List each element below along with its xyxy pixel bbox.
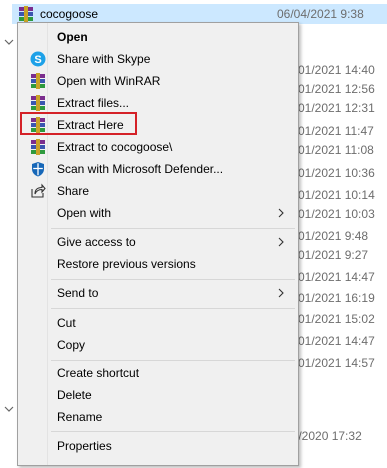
menu-item-label: Share bbox=[57, 184, 90, 198]
extract-here-highlight-annotation bbox=[20, 112, 137, 135]
winrar-archive-icon bbox=[18, 6, 34, 22]
menu-item-share[interactable]: Share bbox=[20, 181, 294, 202]
menu-item-share-with-skype[interactable]: S Share with Skype bbox=[20, 49, 294, 70]
date-cell: 01/2021 14:47 bbox=[298, 270, 375, 284]
chevron-right-icon bbox=[276, 285, 286, 301]
date-cell: 01/2021 15:02 bbox=[298, 312, 375, 326]
date-cell: 01/2021 9:27 bbox=[298, 248, 369, 262]
share-icon bbox=[30, 183, 46, 199]
menu-item-open[interactable]: Open bbox=[20, 27, 294, 48]
context-menu: Open S Share with Skype Open with WinRAR… bbox=[17, 22, 299, 466]
menu-item-label: Rename bbox=[57, 410, 103, 424]
date-cell: 01/2021 11:08 bbox=[298, 143, 374, 157]
menu-separator bbox=[51, 308, 295, 309]
menu-item-label: Create shortcut bbox=[57, 366, 140, 380]
date-cell: 01/2021 14:57 bbox=[298, 356, 375, 370]
date-cell: 01/2021 10:36 bbox=[298, 166, 375, 180]
menu-item-label: Delete bbox=[57, 388, 92, 402]
chevron-right-icon bbox=[276, 234, 286, 250]
chevron-down-icon[interactable] bbox=[4, 404, 14, 414]
chevron-right-icon bbox=[276, 205, 286, 221]
date-cell: 01/2021 14:40 bbox=[298, 63, 375, 77]
date-cell: 01/2021 14:47 bbox=[298, 334, 375, 348]
menu-item-delete[interactable]: Delete bbox=[20, 385, 294, 406]
menu-item-give-access[interactable]: Give access to bbox=[20, 232, 294, 253]
date-cell: 01/2021 9:48 bbox=[298, 229, 369, 243]
menu-item-label: Give access to bbox=[57, 235, 136, 249]
menu-item-label: Restore previous versions bbox=[57, 257, 196, 271]
defender-shield-icon bbox=[30, 161, 46, 177]
file-name[interactable]: cocogoose bbox=[40, 7, 98, 21]
menu-item-properties[interactable]: Properties bbox=[20, 436, 294, 457]
menu-item-rename[interactable]: Rename bbox=[20, 407, 294, 428]
date-cell: 01/2021 12:31 bbox=[298, 101, 375, 115]
menu-item-label: Open bbox=[57, 30, 88, 44]
menu-item-copy[interactable]: Copy bbox=[20, 335, 294, 356]
chevron-down-icon[interactable] bbox=[4, 37, 14, 47]
menu-item-label: Send to bbox=[57, 286, 99, 300]
file-date: 06/04/2021 9:38 bbox=[277, 7, 364, 21]
menu-separator bbox=[51, 431, 295, 432]
date-cell: 01/2021 16:19 bbox=[298, 291, 375, 305]
menu-item-cut[interactable]: Cut bbox=[20, 313, 294, 334]
menu-item-label: Properties bbox=[57, 439, 112, 453]
menu-item-restore-previous-versions[interactable]: Restore previous versions bbox=[20, 254, 294, 275]
menu-item-open-with-winrar[interactable]: Open with WinRAR bbox=[20, 71, 294, 92]
menu-item-scan-defender[interactable]: Scan with Microsoft Defender... bbox=[20, 159, 294, 180]
menu-separator bbox=[51, 279, 295, 280]
menu-item-label: Scan with Microsoft Defender... bbox=[57, 162, 224, 176]
date-cell: 01/2021 11:47 bbox=[298, 124, 374, 138]
menu-item-create-shortcut[interactable]: Create shortcut bbox=[20, 363, 294, 384]
date-cell: 01/2021 10:14 bbox=[298, 188, 375, 202]
svg-text:S: S bbox=[34, 54, 41, 66]
menu-item-label: Copy bbox=[57, 338, 86, 352]
menu-item-label: Cut bbox=[57, 316, 76, 330]
menu-item-label: Share with Skype bbox=[57, 52, 151, 66]
menu-item-label: Extract files... bbox=[57, 96, 130, 110]
menu-item-label: Extract to cocogoose\ bbox=[57, 140, 173, 154]
menu-item-extract-files[interactable]: Extract files... bbox=[20, 93, 294, 114]
menu-item-label: Open with bbox=[57, 206, 112, 220]
menu-separator bbox=[51, 360, 295, 361]
date-cell: 01/2021 12:56 bbox=[298, 82, 375, 96]
date-cell: 01/2021 10:03 bbox=[298, 207, 375, 221]
menu-item-label: Open with WinRAR bbox=[57, 74, 161, 88]
skype-icon: S bbox=[30, 51, 46, 67]
menu-item-extract-to[interactable]: Extract to cocogoose\ bbox=[20, 137, 294, 158]
menu-separator bbox=[51, 228, 295, 229]
menu-item-open-with[interactable]: Open with bbox=[20, 203, 294, 224]
menu-item-send-to[interactable]: Send to bbox=[20, 283, 294, 304]
